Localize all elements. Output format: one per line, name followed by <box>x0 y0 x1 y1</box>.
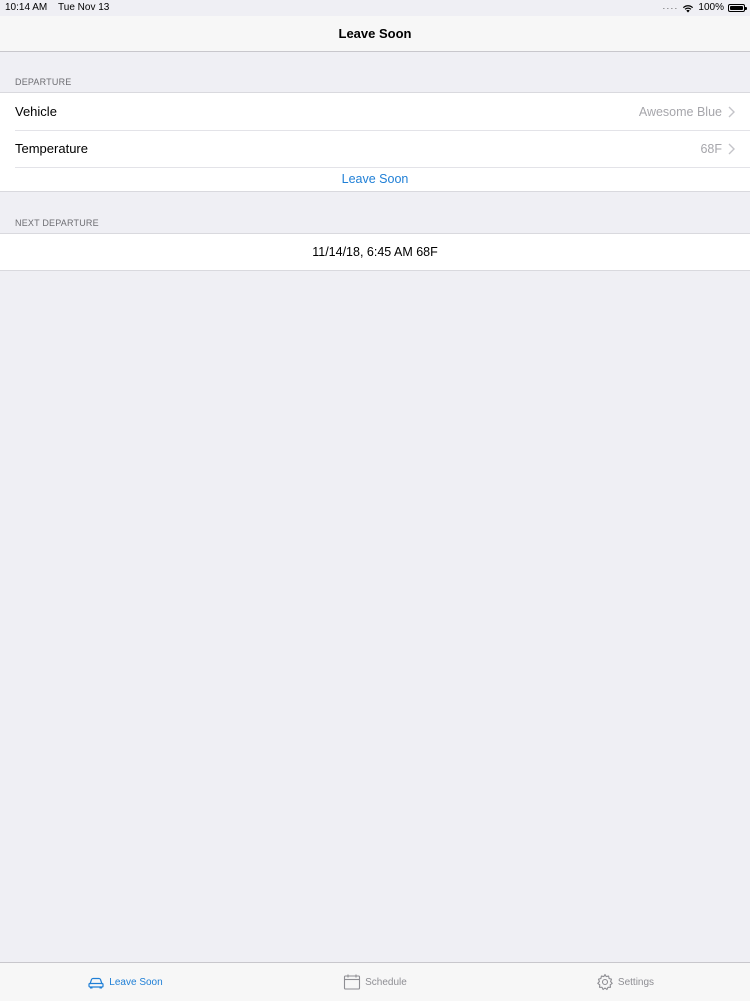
status-time: 10:14 AM <box>5 2 48 13</box>
temperature-row[interactable]: Temperature 68F <box>0 130 750 167</box>
signal-icon: ···· <box>662 3 679 13</box>
battery-icon <box>728 4 747 12</box>
navigation-bar: Leave Soon <box>0 16 750 52</box>
vehicle-label: Vehicle <box>15 104 57 119</box>
page-title: Leave Soon <box>338 26 412 41</box>
gear-icon <box>597 973 613 991</box>
leave-soon-button[interactable]: Leave Soon <box>0 167 750 191</box>
temperature-label: Temperature <box>15 141 88 156</box>
tab-settings-label: Settings <box>617 976 655 988</box>
calendar-icon <box>344 974 361 990</box>
vehicle-value: Awesome Blue <box>638 104 722 119</box>
status-right: ···· 100% <box>662 0 747 16</box>
status-left: 10:14 AM Tue Nov 13 <box>5 0 109 16</box>
tab-leave-soon[interactable]: Leave Soon <box>0 963 250 1001</box>
departure-group: Vehicle Awesome Blue Temperature 68F Lea… <box>0 92 750 192</box>
tab-schedule-label: Schedule <box>365 976 407 988</box>
battery-percentage: 100% <box>698 2 724 13</box>
car-icon <box>88 977 104 989</box>
chevron-right-icon <box>728 106 735 117</box>
status-date: Tue Nov 13 <box>58 2 110 13</box>
next-departure-section-header: NEXT DEPARTURE <box>15 218 99 228</box>
temperature-value: 68F <box>700 141 722 156</box>
vehicle-row[interactable]: Vehicle Awesome Blue <box>0 93 750 130</box>
departure-section-header: DEPARTURE <box>15 77 72 87</box>
chevron-right-icon <box>728 143 735 154</box>
tab-bar: Leave Soon Schedule Settings <box>0 962 750 1001</box>
tab-leave-soon-label: Leave Soon <box>109 976 163 988</box>
wifi-icon <box>683 4 694 12</box>
status-bar: 10:14 AM Tue Nov 13 ···· 100% <box>0 0 750 16</box>
next-departure-group: 11/14/18, 6:45 AM 68F <box>0 233 750 271</box>
tab-schedule[interactable]: Schedule <box>250 963 500 1001</box>
tab-settings[interactable]: Settings <box>500 963 750 1001</box>
battery-fill <box>730 6 743 10</box>
next-departure-value: 11/14/18, 6:45 AM 68F <box>312 245 438 259</box>
